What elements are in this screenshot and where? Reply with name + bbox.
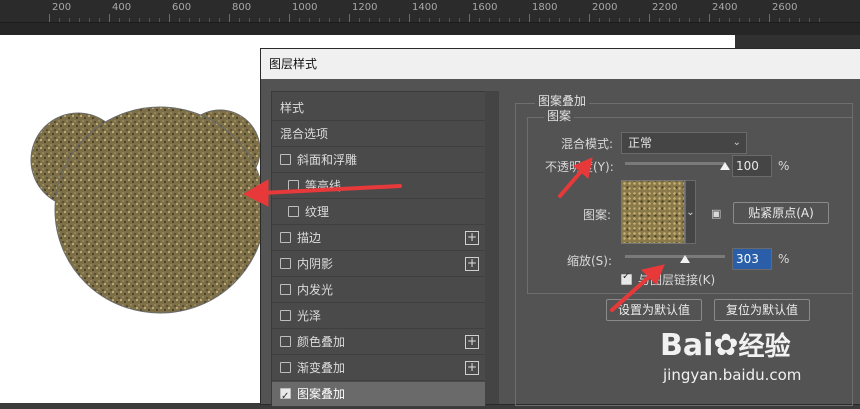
watermark-brand2-text: 经验 — [738, 332, 791, 362]
arrow-to-canvas — [260, 184, 402, 195]
arrow-to-canvas-head — [242, 179, 269, 207]
arrow-to-scale — [610, 274, 652, 312]
paw-icon: ✿ — [713, 328, 739, 363]
watermark-brand-text: Bai — [660, 328, 714, 363]
watermark-brand: Bai✿经验 — [660, 326, 791, 363]
arrow-to-opacity — [558, 166, 586, 198]
watermark-url: jingyan.baidu.com — [663, 366, 802, 384]
